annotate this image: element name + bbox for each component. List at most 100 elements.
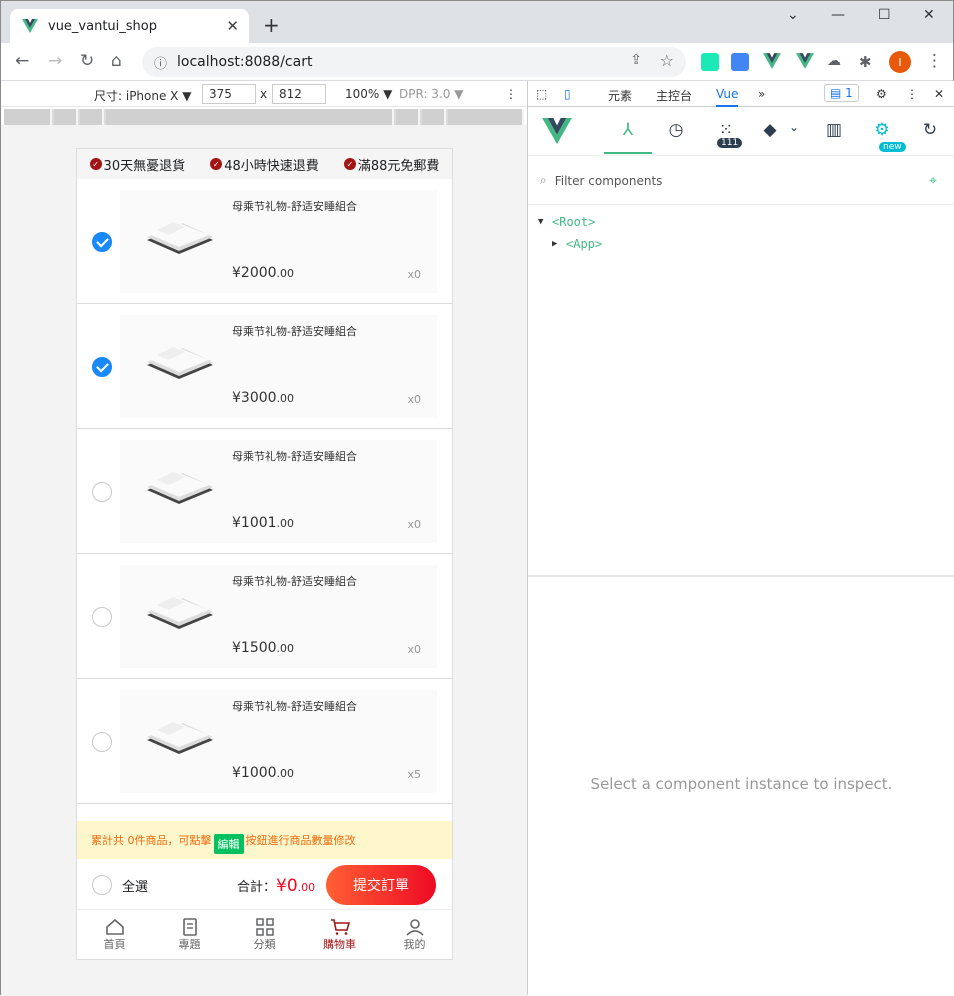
cart-item: 母乘节礼物-舒适安睡組合 ¥1001.00 x0 (77, 429, 452, 554)
home-icon[interactable]: ⌂ (111, 51, 122, 71)
vue-logo-icon (542, 118, 572, 144)
item-checkbox[interactable] (92, 232, 112, 252)
product-thumbnail (147, 722, 213, 754)
device-select[interactable]: 尺寸: iPhone X ▼ (94, 87, 191, 104)
product-card[interactable]: 母乘节礼物-舒适安睡組合 ¥3000.00 x0 (120, 315, 437, 418)
product-thumbnail (147, 222, 213, 254)
refresh-icon[interactable]: ↻ (920, 120, 940, 140)
devtools-panel: ⬚ ▯ 元素 主控台 Vue » ▤ 1 ⚙ ⋮ ✕ ⅄ ◷ ⁙ 111 ◆ ⌄… (527, 81, 954, 995)
devtools-menu-icon[interactable]: ⋮ (906, 87, 918, 101)
item-checkbox[interactable] (92, 357, 112, 377)
extensions-puzzle-icon[interactable]: ✱ (859, 53, 877, 71)
tree-node-app[interactable]: ▶ <App> (538, 233, 602, 255)
tree-node-root[interactable]: ▼ <Root> (538, 211, 602, 233)
forward-icon[interactable]: → (48, 51, 62, 71)
extension-audio-icon[interactable] (701, 53, 719, 71)
tab-vue[interactable]: Vue (716, 87, 739, 107)
share-icon[interactable]: ⇪ (630, 52, 642, 68)
close-window-icon[interactable]: ✕ (923, 7, 935, 23)
chevron-down-icon[interactable]: ⌄ (787, 7, 799, 23)
address-bar[interactable]: ⓘ localhost:8088/cart ⇪ ☆ (142, 47, 686, 77)
tab-close-icon[interactable]: ✕ (226, 17, 239, 35)
device-menu-icon[interactable]: ⋮ (505, 87, 517, 101)
extension-translate-icon[interactable] (731, 53, 749, 71)
bookmark-star-icon[interactable]: ☆ (660, 51, 674, 70)
product-card[interactable]: 母乘节礼物-舒适安睡組合 ¥1500.00 x0 (120, 565, 437, 668)
tab-topics[interactable]: 專題 (152, 910, 227, 959)
performance-chart-icon[interactable]: ▥ (824, 120, 844, 140)
extension-cloud-icon[interactable]: ☁ (827, 53, 845, 71)
product-card[interactable]: 母乘节礼物-舒适安睡組合 ¥2000.00 x0 (120, 190, 437, 293)
zoom-select[interactable]: 100% ▼ (345, 87, 392, 101)
maximize-icon[interactable]: ☐ (878, 7, 891, 23)
components-tree-icon[interactable]: ⅄ (618, 120, 638, 140)
search-icon: ⌕ (540, 173, 547, 187)
back-icon[interactable]: ← (15, 51, 29, 71)
chevron-down-icon[interactable]: ⌄ (784, 120, 804, 140)
select-all-checkbox[interactable] (92, 875, 112, 895)
component-filter[interactable]: ⌕ Filter components ⌖ (528, 157, 954, 205)
routing-icon[interactable]: ◆ (760, 120, 780, 140)
tab-title: vue_vantui_shop (48, 18, 157, 34)
reload-icon[interactable]: ↻ (80, 51, 94, 71)
tab-cart[interactable]: 購物車 (302, 910, 377, 959)
minimize-icon[interactable]: — (831, 7, 845, 23)
timeline-history-icon[interactable]: ◷ (666, 120, 686, 140)
menu-kebab-icon[interactable]: ⋮ (926, 51, 943, 71)
browser-tab[interactable]: vue_vantui_shop ✕ (10, 9, 249, 43)
media-query-ruler (4, 109, 524, 125)
product-card[interactable]: 母乘节礼物-舒适安睡組合 ¥1001.00 x0 (120, 440, 437, 543)
tab-category[interactable]: 分類 (227, 910, 302, 959)
new-tab-icon[interactable]: + (263, 13, 280, 37)
product-qty: x0 (407, 518, 421, 531)
issues-badge[interactable]: ▤ 1 (824, 84, 859, 102)
settings-gear-icon[interactable]: ⚙ (876, 87, 887, 101)
vuex-grid-icon[interactable]: ⁙ (716, 120, 736, 140)
profile-avatar[interactable]: I (889, 51, 911, 73)
close-devtools-icon[interactable]: ✕ (934, 87, 944, 101)
height-input[interactable]: 812 (272, 84, 326, 104)
panel-divider[interactable] (528, 575, 954, 577)
device-toggle-icon[interactable]: ▯ (564, 87, 571, 101)
promo-item: ✓ 48小時快速退費 (210, 155, 319, 174)
caret-down-icon[interactable]: ▼ (538, 217, 552, 227)
edit-tag-button[interactable]: 編輯 (213, 834, 244, 854)
dpr-select[interactable]: DPR: 3.0 ▼ (399, 87, 463, 101)
dimension-separator: x (260, 87, 268, 101)
check-badge-icon: ✓ (210, 158, 223, 170)
bottom-tabbar: 首頁 專題 分類 購物車 我的 (77, 909, 452, 959)
item-checkbox[interactable] (92, 482, 112, 502)
select-target-icon[interactable]: ⌖ (929, 173, 937, 189)
cart-item: 母乘节礼物-舒适安睡組合 ¥3000.00 x0 (77, 304, 452, 429)
browser-toolbar: ← → ↻ ⌂ ⓘ localhost:8088/cart ⇪ ☆ ☁ ✱ I … (1, 43, 953, 81)
more-tabs-icon[interactable]: » (758, 87, 765, 101)
tab-home[interactable]: 首頁 (77, 910, 152, 959)
promo-item: ✓ 30天無憂退貨 (89, 155, 185, 174)
caret-right-icon[interactable]: ▶ (552, 239, 566, 249)
extension-vue2-icon[interactable] (796, 53, 814, 71)
submit-bar: 全選 合計：¥0.00 提交訂單 (77, 859, 452, 909)
product-price: ¥2000.00 (232, 265, 295, 281)
product-qty: x0 (407, 393, 421, 406)
edit-tip-bar: 累計共 0件商品，可點擊 編輯 按鈕進行商品數量修改 (77, 821, 452, 859)
filter-components-input[interactable]: Filter components (555, 174, 663, 188)
select-all[interactable]: 全選 (92, 875, 148, 895)
url-text: localhost:8088/cart (177, 54, 313, 70)
width-input[interactable]: 375 (202, 84, 256, 104)
item-checkbox[interactable] (92, 732, 112, 752)
extension-vue-icon[interactable] (763, 53, 781, 71)
item-checkbox[interactable] (92, 607, 112, 627)
tab-console[interactable]: 主控台 (656, 87, 692, 104)
tab-elements[interactable]: 元素 (608, 87, 632, 104)
device-toolbar: 尺寸: iPhone X ▼ 375 x 812 100% ▼ DPR: 3.0… (1, 81, 527, 107)
info-icon[interactable]: ⓘ (154, 53, 167, 72)
product-name: 母乘节礼物-舒适安睡組合 (232, 700, 357, 713)
total-price: 合計：¥0.00 (237, 876, 316, 896)
settings-icon[interactable]: ⚙ (872, 120, 892, 140)
tab-profile[interactable]: 我的 (377, 910, 452, 959)
product-card[interactable]: 母乘节礼物-舒适安睡組合 ¥1000.00 x5 (120, 690, 437, 793)
submit-order-button[interactable]: 提交訂單 (326, 865, 436, 905)
product-name: 母乘节礼物-舒适安睡組合 (232, 325, 357, 338)
inspect-element-icon[interactable]: ⬚ (536, 87, 547, 101)
cart-item: 母乘节礼物-舒适安睡組合 ¥2000.00 x0 (77, 179, 452, 304)
